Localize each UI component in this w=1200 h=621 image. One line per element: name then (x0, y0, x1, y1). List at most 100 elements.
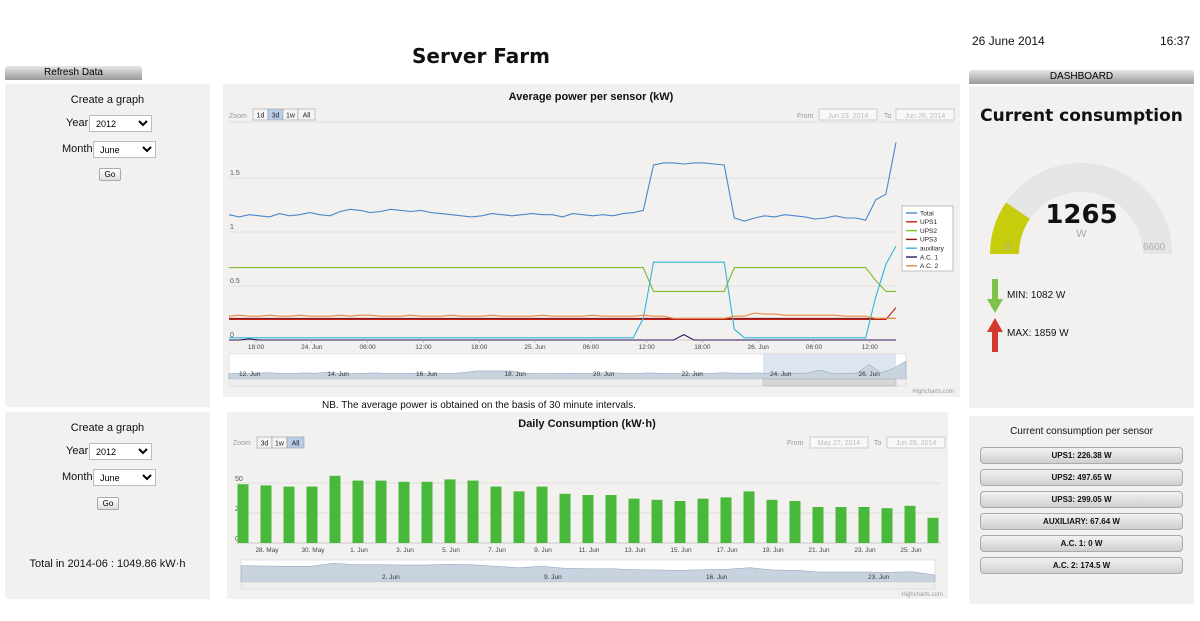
bar (720, 497, 732, 543)
bar (628, 498, 640, 543)
from-date-value: Jun 23, 2014 (828, 113, 869, 120)
legend-item[interactable]: Total (920, 210, 934, 217)
x-tick-label: 12:00 (862, 344, 879, 351)
create-graph-heading: Create a graph (70, 94, 145, 106)
navigator-label: 12. Jun (239, 371, 261, 378)
x-tick-label: 06:00 (583, 344, 600, 351)
bar (444, 479, 456, 543)
bar (766, 499, 778, 543)
legend-item[interactable]: UPS3 (920, 237, 937, 244)
bar (674, 501, 686, 543)
create-graph-panel-bottom: Create a graph Year 2012 Month June Go T… (5, 412, 210, 599)
month-select[interactable]: June (93, 469, 156, 486)
navigator-label: 18. Jun (505, 371, 527, 378)
legend-item[interactable]: UPS1 (920, 219, 937, 226)
bar (306, 486, 318, 543)
legend[interactable]: Total UPS1 UPS2 UPS3 auxiliaryA.C. 1 A.C. 2 (901, 205, 954, 272)
bar (858, 507, 870, 543)
average-note: NB. The average power is obtained on the… (322, 400, 636, 411)
bar (283, 486, 295, 543)
zoom-button-label: All (292, 441, 300, 448)
zoom-button-label: All (303, 113, 311, 120)
x-tick-label: 19. Jun (762, 547, 784, 554)
year-label: Year (66, 117, 89, 129)
navigator-label: 24. Jun (770, 371, 792, 378)
navigator-scrollbar-thumb[interactable] (762, 378, 897, 387)
x-tick-label: 25. Jun (524, 344, 546, 351)
series-line-total (228, 142, 897, 222)
to-label: To (874, 440, 882, 447)
month-select[interactable]: June (93, 141, 156, 158)
go-button[interactable]: Go (97, 497, 119, 510)
year-select[interactable]: 2012 (89, 115, 152, 132)
legend-item[interactable]: A.C. 2 (920, 263, 938, 270)
legend-item[interactable]: UPS2 (920, 228, 937, 235)
sensor-button-auxiliary[interactable]: AUXILIARY: 67.64 W (980, 513, 1183, 530)
bar (881, 508, 893, 543)
bar (651, 499, 663, 543)
bar (237, 484, 249, 543)
navigator-label: 2. Jun (382, 574, 400, 581)
arrow-up-icon (987, 318, 1003, 352)
x-tick-label: 23. Jun (854, 547, 876, 554)
x-tick-label: 1. Jun (350, 547, 368, 554)
chart-credit: Highcharts.com (901, 592, 943, 598)
year-select[interactable]: 2012 (89, 443, 152, 460)
gauge-title: Current consumption (980, 106, 1183, 126)
dashboard-button[interactable]: DASHBOARD (969, 70, 1194, 84)
legend-item[interactable]: A.C. 1 (920, 254, 938, 261)
go-button[interactable]: Go (99, 168, 121, 181)
zoom-buttons: 3d 1w All (256, 436, 305, 449)
gauge-unit: W (1076, 228, 1087, 240)
plot-grid: 00.511.5 (229, 121, 954, 341)
to-date-value: Jun 26, 2014 (896, 440, 937, 447)
daily-chart-panel: Daily Consumption (kW·h) Zoom 3d 1w All Fr… (227, 412, 948, 599)
navigator-label: 20. Jun (593, 371, 615, 378)
create-graph-heading: Create a graph (70, 422, 145, 434)
navigator-label: 22. Jun (682, 371, 704, 378)
gauge-max-scale: 6600 (1143, 242, 1166, 253)
sensor-button-ups3[interactable]: UPS3: 299.05 W (980, 491, 1183, 508)
create-graph-panel-top: Create a graph Year 2012 Month June Go (5, 84, 210, 407)
arrow-down-icon (987, 279, 1003, 313)
bar (352, 480, 364, 543)
gauge-value: 1265 (1045, 200, 1118, 230)
month-label: Month (62, 471, 93, 483)
bar (329, 475, 341, 543)
min-consumption: MIN: 1082 W (1007, 290, 1066, 301)
chart-credit: Highcharts.com (912, 389, 954, 395)
chart-title: Average power per sensor (kW) (509, 91, 674, 103)
bar (513, 491, 525, 543)
zoom-button-label: 3d (261, 441, 269, 448)
bar (421, 481, 433, 543)
bar (743, 491, 755, 543)
zoom-label: Zoom (229, 113, 247, 120)
gauge-min-scale: 0 (1005, 242, 1011, 253)
navigator-label: 9. Jun (544, 574, 562, 581)
zoom-label: Zoom (233, 440, 251, 447)
chart-title: Daily Consumption (kW·h) (518, 418, 656, 430)
current-time: 16:37 (1160, 34, 1191, 48)
page-title: Server Farm (412, 44, 550, 68)
refresh-data-button[interactable]: Refresh Data (5, 66, 142, 80)
bar (375, 480, 387, 543)
x-tick-label: 17. Jun (716, 547, 738, 554)
x-tick-label: 26. Jun (748, 344, 770, 351)
navigator-label: 26. Jun (859, 371, 881, 378)
sensor-button-ac1[interactable]: A.C. 1: 0 W (980, 535, 1183, 552)
series-line-auxiliary (229, 245, 897, 339)
from-label: From (787, 440, 804, 447)
x-tick-label: 24. Jun (301, 344, 323, 351)
navigator-label: 14. Jun (328, 371, 350, 378)
x-tick-label: 3. Jun (396, 547, 414, 554)
y-tick-label: 0.5 (230, 278, 240, 285)
sensor-button-ups1[interactable]: UPS1: 226.38 W (980, 447, 1183, 464)
sensor-button-ac2[interactable]: A.C. 2: 174.5 W (980, 557, 1183, 574)
bar (398, 481, 410, 543)
series-line-ac2 (228, 312, 896, 319)
legend-item[interactable]: auxiliary (920, 246, 945, 253)
sensor-heading: Current consumption per sensor (1010, 426, 1153, 437)
navigator-scrollbar[interactable] (240, 581, 936, 590)
monthly-total: Total in 2014-06 : 1049.86 kW·h (29, 558, 186, 570)
sensor-button-ups2[interactable]: UPS2: 497.65 W (980, 469, 1183, 486)
